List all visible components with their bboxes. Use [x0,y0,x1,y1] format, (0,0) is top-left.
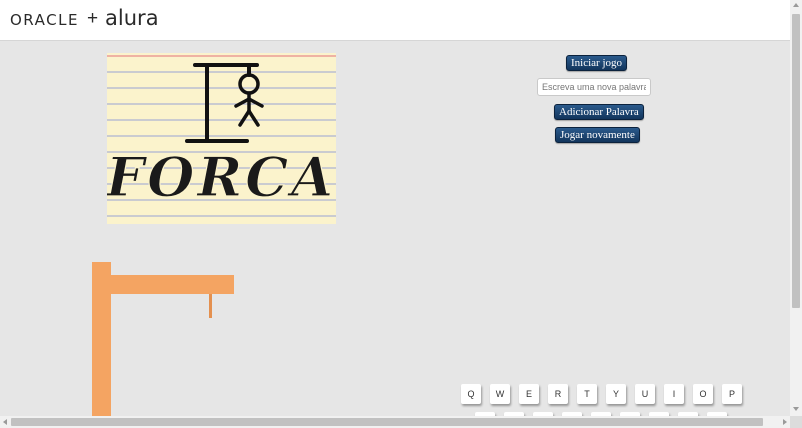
scrollbar-corner [790,416,802,428]
key-y[interactable]: Y [606,384,626,404]
gallows-drawing [92,262,237,422]
horizontal-scroll-thumb[interactable] [11,418,763,426]
banner-title: FORCA [107,145,336,209]
key-p[interactable]: P [722,384,742,404]
horizontal-scrollbar[interactable] [0,416,790,428]
play-again-button[interactable]: Jogar novamente [555,127,640,143]
key-q[interactable]: Q [461,384,481,404]
key-i[interactable]: I [664,384,684,404]
vertical-scroll-thumb[interactable] [792,14,800,308]
new-word-input[interactable] [537,78,651,96]
key-o[interactable]: O [693,384,713,404]
gallows-beam [92,275,234,294]
start-game-button[interactable]: Iniciar jogo [566,55,628,71]
alura-logo-text: alura [105,6,159,30]
oracle-alura-logo[interactable]: ORACLE + alura [10,6,159,32]
scroll-down-icon[interactable] [793,407,799,411]
key-r[interactable]: R [548,384,568,404]
gallows-rope [209,294,212,318]
key-t[interactable]: T [577,384,597,404]
forca-banner-image: FORCA [107,53,336,224]
site-header: ORACLE + alura [0,0,790,41]
oracle-logo-text: ORACLE [10,11,79,29]
scroll-left-icon[interactable] [3,419,7,425]
logo-plus-sign: + [86,8,99,29]
scroll-up-icon[interactable] [793,3,799,7]
add-word-button[interactable]: Adicionar Palavra [554,104,644,120]
scroll-right-icon[interactable] [783,419,787,425]
key-w[interactable]: W [490,384,510,404]
key-u[interactable]: U [635,384,655,404]
vertical-scrollbar[interactable] [790,0,802,416]
key-e[interactable]: E [519,384,539,404]
